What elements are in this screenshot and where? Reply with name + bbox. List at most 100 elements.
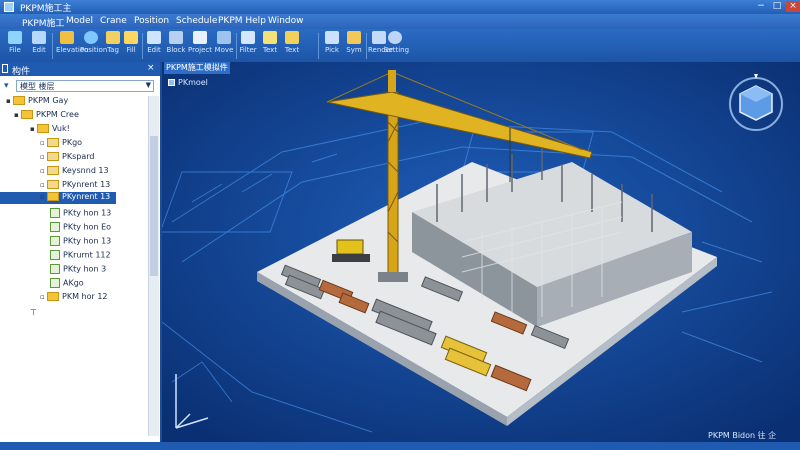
tree-node[interactable]: PKty hon 13 [50,236,111,248]
window-title: PKPM施工主 [20,4,72,14]
expand-icon[interactable]: ▪ [6,97,13,105]
menu-bar: PKPM施工 Model Crane Position Schedule PKP… [0,14,800,30]
viewport-label: PKmoel [168,78,208,87]
tree-node-label: PKspard [62,152,95,161]
expand-icon[interactable]: ▫ [40,167,47,175]
tree-node-label: PKM hor 12 [62,292,108,301]
toolbar-measure-button[interactable]: Text [282,31,302,61]
expand-icon[interactable]: ▫ [40,139,47,147]
navigation-cube-icon[interactable] [728,72,784,134]
expand-icon[interactable]: ▫ [40,293,47,301]
expand-icon[interactable]: ▫ [40,181,47,189]
folder-icon [13,96,25,105]
filter-dropdown[interactable]: 模型 楼层 ▼ [16,80,154,92]
document-icon [50,278,60,288]
folder-icon [47,192,59,201]
toolbar-file-button[interactable]: File [4,31,26,61]
toolbar-project-button[interactable]: Project [188,31,212,61]
tree-node-label: PKynrent 13 [62,180,111,189]
tree-node-label: AKgo [63,278,84,288]
document-icon [50,250,60,260]
toolbar-separator [318,33,319,59]
symbol-icon [347,31,361,44]
tree-node[interactable]: PKty hon Eo [50,222,111,234]
tree-node[interactable]: AKgo [50,278,84,290]
toolbar-fill-button[interactable]: Fill [122,31,140,61]
expand-icon[interactable]: ▫ [40,153,47,161]
menu-item-position[interactable]: Position [134,16,169,26]
viewport-tab[interactable]: PKPM施工模拟件 [164,62,230,74]
expand-icon[interactable]: ▪ [14,111,21,119]
menu-item-schedule[interactable]: Schedule [176,16,217,26]
toolbar-symbol-button[interactable]: Sym [344,31,364,61]
tree-node[interactable]: ▫ PKgo [40,138,82,150]
3d-viewport[interactable] [162,62,800,442]
elevation-icon [60,31,74,44]
menu-item-window[interactable]: Window [268,16,304,26]
menu-item-help[interactable]: PKPM Help [218,16,266,26]
tree-node[interactable]: ▫ PKynrent 13 [40,180,110,192]
measure-icon [285,31,299,44]
panel-header: 构件 × [0,62,160,77]
close-button[interactable]: × [786,1,800,12]
status-text: PKPM Bidon 往 企 [708,431,777,440]
menu-item-model[interactable]: Model [66,16,93,26]
document-icon [50,208,60,218]
toolbar-position-button[interactable]: Position [80,31,107,61]
grid-icon [217,31,231,44]
tree-scrollbar[interactable] [148,96,159,436]
scrollbar-thumb[interactable] [150,136,158,276]
tree-node[interactable]: PKty hon 13 [50,208,111,220]
toolbar-edit-button[interactable]: Edit [28,31,50,61]
maximize-button[interactable]: □ [770,1,784,12]
filter-icon: ▾ [4,81,9,91]
menu-item-main[interactable]: PKPM施工 [22,16,65,29]
toolbar-separator [142,33,143,59]
tree-node-label: PKty hon Eo [63,222,112,232]
toolbar-pick-button[interactable]: Pick [322,31,342,61]
toolbar-separator [236,33,237,59]
tree-node-label: PKPM Cree [36,110,79,119]
folder-icon [47,180,59,189]
document-icon [50,264,60,274]
toolbar-settings-button[interactable]: Setting [384,31,409,61]
panel-close-button[interactable]: × [147,63,155,73]
text-icon [263,31,277,44]
tree-node-selected[interactable]: ▫ PKynrent 13 [0,192,116,204]
toolbar-separator [366,33,367,59]
expand-icon[interactable]: ▫ [40,193,47,201]
tree-node-label: PKty hon 3 [63,264,107,274]
edit-icon [32,31,46,44]
toolbar-move-button[interactable]: Move [214,31,234,61]
minimize-button[interactable]: − [754,1,768,12]
tree-node[interactable]: PKrurnt 112 [50,250,111,262]
toolbar-undo-button[interactable]: Edit [144,31,164,61]
tree-node[interactable]: ▫ PKspard [40,152,94,164]
menu-item-crane[interactable]: Crane [100,16,127,26]
toolbar-block-button[interactable]: Block [166,31,186,61]
tree-node[interactable]: ▫ Keysnnd 13 [40,166,109,178]
expand-icon[interactable]: ▪ [30,125,37,133]
folder-icon [37,124,49,133]
tree-node[interactable]: PKty hon 3 [50,264,106,276]
tree-node-label: PKty hon 13 [63,208,112,218]
tree-node[interactable]: ▪ Vuk! [30,124,70,136]
app-icon [4,2,14,12]
toolbar-elevation-button[interactable]: Elevation [56,31,89,61]
document-icon [50,236,60,246]
settings-icon [388,31,402,44]
tree-node-label: PKrurnt 112 [63,250,111,260]
pin-icon[interactable] [2,64,8,73]
construction-scene [162,62,800,442]
tree-node[interactable]: ▫ PKM hor 12 [40,292,108,304]
file-icon [8,31,22,44]
folder-icon [47,152,59,161]
toolbar-text-button[interactable]: Text [260,31,280,61]
tree-node[interactable]: ▪ PKPM Gay [6,96,68,108]
tree-node-label: PKPM Gay [28,96,69,105]
component-panel: 构件 × ▾ 模型 楼层 ▼ ▪ PKPM Gay ▪ PKPM Cree ▪ Vuk… [0,62,162,442]
toolbar-tag-button[interactable]: Tag [104,31,122,61]
tree-node[interactable]: ▪ PKPM Cree [14,110,79,122]
toolbar-filter-button[interactable]: Filter [238,31,258,61]
tree-root-marker: ⊤ [30,308,37,317]
